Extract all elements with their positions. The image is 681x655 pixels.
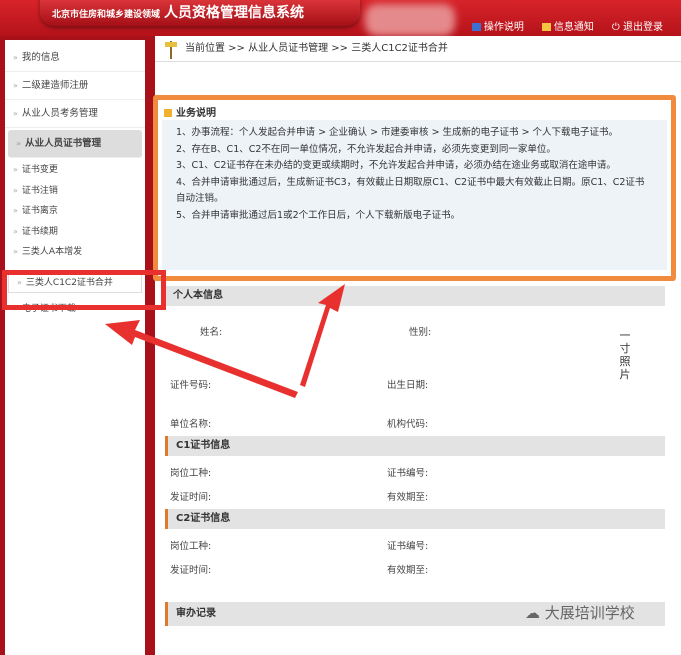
annotation-arrows xyxy=(105,284,345,398)
arrow-to-notice xyxy=(300,284,345,387)
arrow-to-menu xyxy=(105,320,298,398)
